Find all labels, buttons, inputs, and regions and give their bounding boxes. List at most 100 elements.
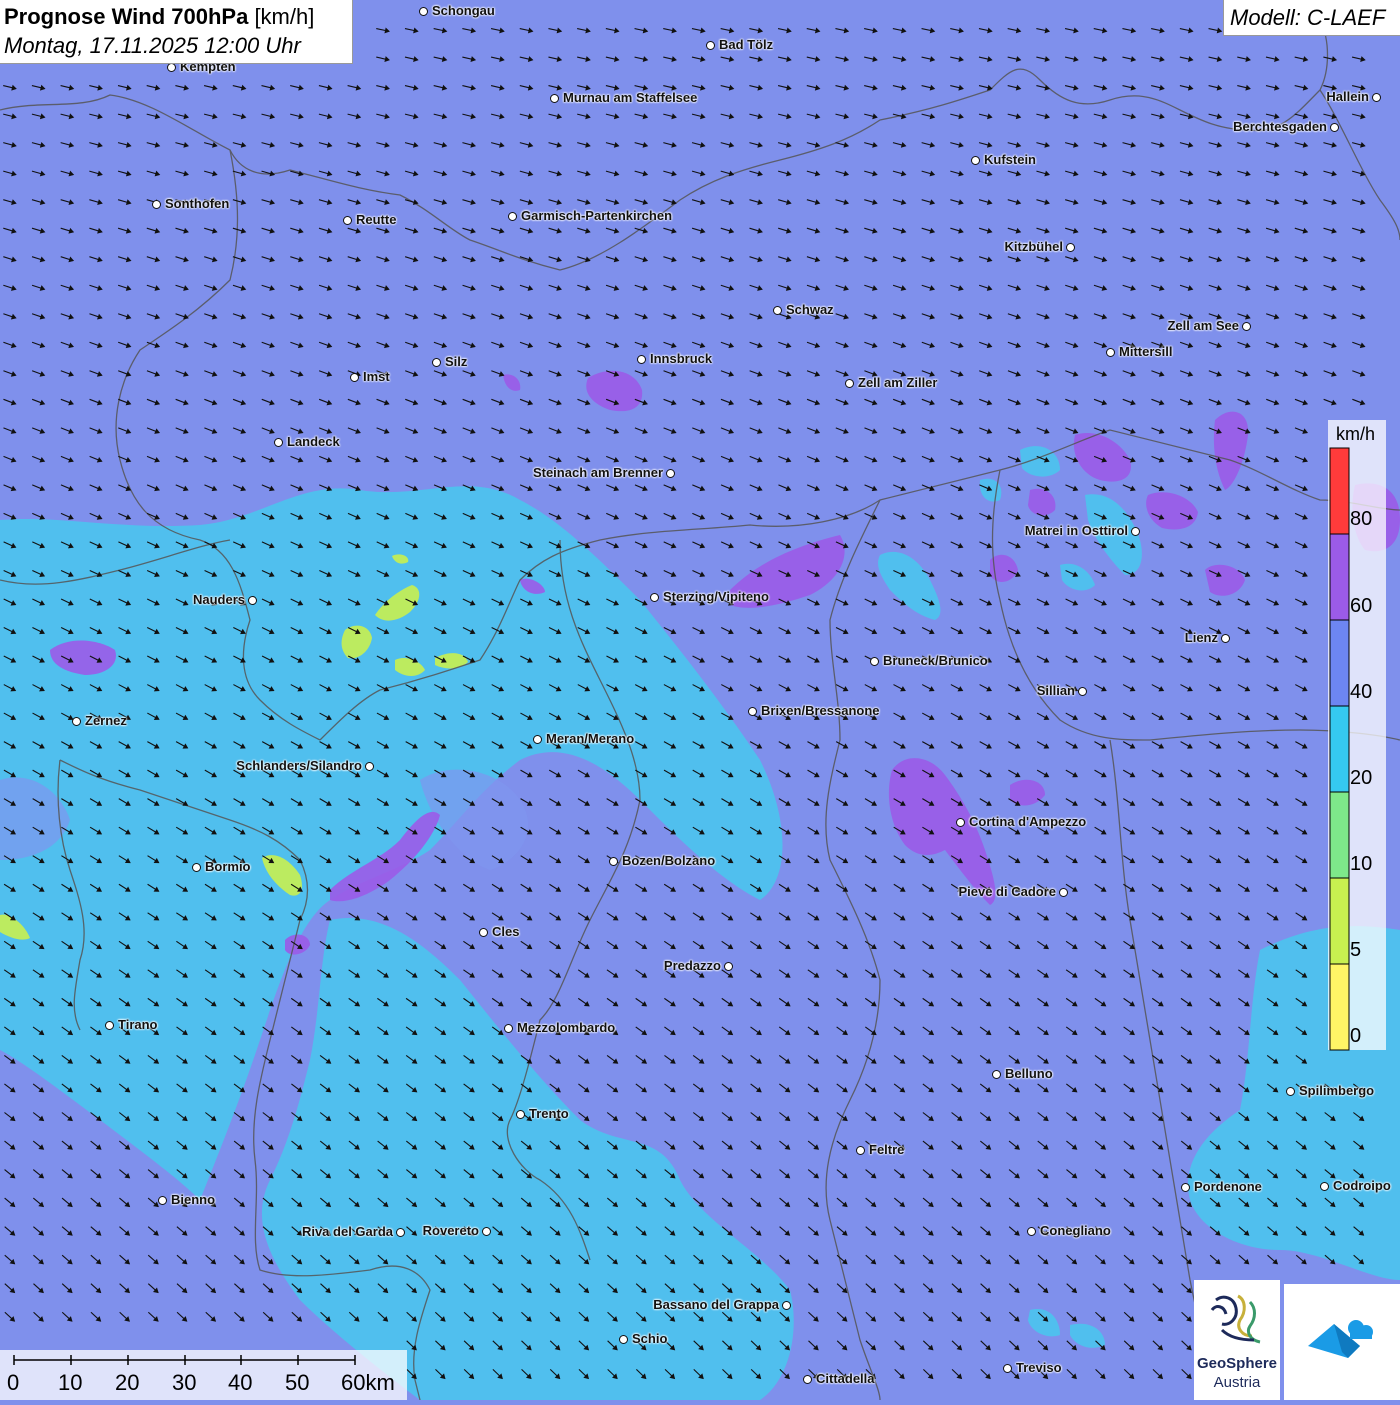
city-marker[interactable] — [1003, 1364, 1012, 1373]
city-marker[interactable] — [365, 762, 374, 771]
city-marker[interactable] — [550, 94, 559, 103]
city-marker[interactable] — [856, 1146, 865, 1155]
city-marker[interactable] — [1078, 687, 1087, 696]
city-marker[interactable] — [1059, 888, 1068, 897]
city-label: Treviso — [1016, 1360, 1062, 1375]
city-label: Belluno — [1005, 1066, 1053, 1081]
city-marker[interactable] — [105, 1021, 114, 1030]
city-label: Codroipo — [1333, 1178, 1391, 1193]
city-marker[interactable] — [1372, 93, 1381, 102]
scale-label-40: 40 — [228, 1370, 253, 1395]
legend-label-20: 20 — [1350, 767, 1373, 789]
city-label: Garmisch-Partenkirchen — [521, 208, 673, 223]
city-marker[interactable] — [650, 593, 659, 602]
city-label: Zell am See — [1167, 318, 1239, 333]
city-marker[interactable] — [72, 717, 81, 726]
legend-label-5: 5 — [1350, 939, 1362, 961]
city-marker[interactable] — [637, 355, 646, 364]
scale-label-0: 0 — [7, 1370, 20, 1395]
city-marker[interactable] — [870, 657, 879, 666]
geosphere-logo[interactable]: GeoSphere Austria — [1194, 1280, 1280, 1400]
city-marker[interactable] — [956, 818, 965, 827]
city-marker[interactable] — [504, 1024, 513, 1033]
scale-label-60km: 60km — [341, 1370, 395, 1395]
page-title: Prognose Wind 700hPa [km/h] — [4, 4, 314, 30]
city-label: Predazzo — [663, 958, 721, 973]
legend-label-60: 60 — [1350, 595, 1373, 617]
city-label: Bormio — [205, 859, 251, 874]
forecast-datetime: Montag, 17.11.2025 12:00 Uhr — [4, 33, 301, 58]
city-marker[interactable] — [782, 1301, 791, 1310]
city-label: Tirano — [118, 1017, 158, 1032]
city-label: Mezzolombardo — [517, 1020, 616, 1035]
city-marker[interactable] — [1221, 634, 1230, 643]
city-marker[interactable] — [158, 1196, 167, 1205]
city-label: Mittersill — [1119, 344, 1173, 359]
city-marker[interactable] — [533, 735, 542, 744]
city-marker[interactable] — [1106, 348, 1115, 357]
city-marker[interactable] — [419, 7, 428, 16]
city-marker[interactable] — [396, 1228, 405, 1237]
city-marker[interactable] — [1286, 1087, 1295, 1096]
city-marker[interactable] — [1131, 527, 1140, 536]
model-label: Modell: C-LAEF — [1230, 5, 1386, 30]
city-marker[interactable] — [845, 379, 854, 388]
city-label: Feltre — [869, 1142, 905, 1157]
city-marker[interactable] — [619, 1335, 628, 1344]
city-label: Bozen/Bolzano — [622, 853, 716, 868]
city-label: Landeck — [287, 434, 340, 449]
city-label: Kufstein — [984, 152, 1036, 167]
city-label: Zell am Ziller — [858, 375, 938, 390]
city-marker[interactable] — [350, 373, 359, 382]
scale-label-50: 50 — [285, 1370, 310, 1395]
city-marker[interactable] — [992, 1070, 1001, 1079]
city-label: Sterzing/Vipiteno — [663, 589, 769, 604]
city-marker[interactable] — [1066, 243, 1075, 252]
title-unit: [km/h] — [254, 4, 315, 29]
city-marker[interactable] — [1027, 1227, 1036, 1236]
city-label: Zernez — [85, 713, 127, 728]
city-marker[interactable] — [516, 1110, 525, 1119]
city-label: Matrei in Osttirol — [1024, 523, 1128, 538]
city-marker[interactable] — [508, 212, 517, 221]
city-label: Cortina d'Ampezzo — [969, 814, 1087, 829]
city-marker[interactable] — [343, 216, 352, 225]
scale-label-20: 20 — [115, 1370, 140, 1395]
city-marker[interactable] — [1330, 123, 1339, 132]
city-label: Schwaz — [786, 302, 834, 317]
city-marker[interactable] — [803, 1375, 812, 1384]
city-label: Riva del Garda — [301, 1224, 393, 1239]
weather-app-logo[interactable] — [1284, 1284, 1400, 1400]
city-marker[interactable] — [192, 863, 201, 872]
city-label: Sonthofen — [165, 196, 230, 211]
city-label: Berchtesgaden — [1233, 119, 1327, 134]
city-label: Kitzbühel — [1004, 239, 1064, 254]
city-marker[interactable] — [706, 41, 715, 50]
city-marker[interactable] — [152, 200, 161, 209]
city-marker[interactable] — [167, 63, 176, 72]
city-marker[interactable] — [724, 962, 733, 971]
city-marker[interactable] — [666, 469, 675, 478]
city-marker[interactable] — [773, 306, 782, 315]
city-marker[interactable] — [482, 1227, 491, 1236]
cloud-mountain-icon — [1308, 1320, 1373, 1358]
city-marker[interactable] — [1242, 322, 1251, 331]
city-marker[interactable] — [971, 156, 980, 165]
city-marker[interactable] — [274, 438, 283, 447]
city-marker[interactable] — [1320, 1182, 1329, 1191]
city-marker[interactable] — [609, 857, 618, 866]
city-label: Murnau am Staffelsee — [563, 90, 698, 105]
city-label: Brixen/Bressanone — [761, 703, 880, 718]
city-label: Schio — [632, 1331, 668, 1346]
city-label: Spilimbergo — [1299, 1083, 1375, 1098]
city-label: Schongau — [432, 3, 495, 18]
city-marker[interactable] — [248, 596, 257, 605]
city-marker[interactable] — [1181, 1183, 1190, 1192]
city-marker[interactable] — [432, 358, 441, 367]
scale-label-30: 30 — [172, 1370, 197, 1395]
legend-label-10: 10 — [1350, 853, 1373, 875]
city-label: Conegliano — [1040, 1223, 1111, 1238]
city-marker[interactable] — [748, 707, 757, 716]
city-marker[interactable] — [479, 928, 488, 937]
city-label: Rovereto — [422, 1223, 479, 1238]
